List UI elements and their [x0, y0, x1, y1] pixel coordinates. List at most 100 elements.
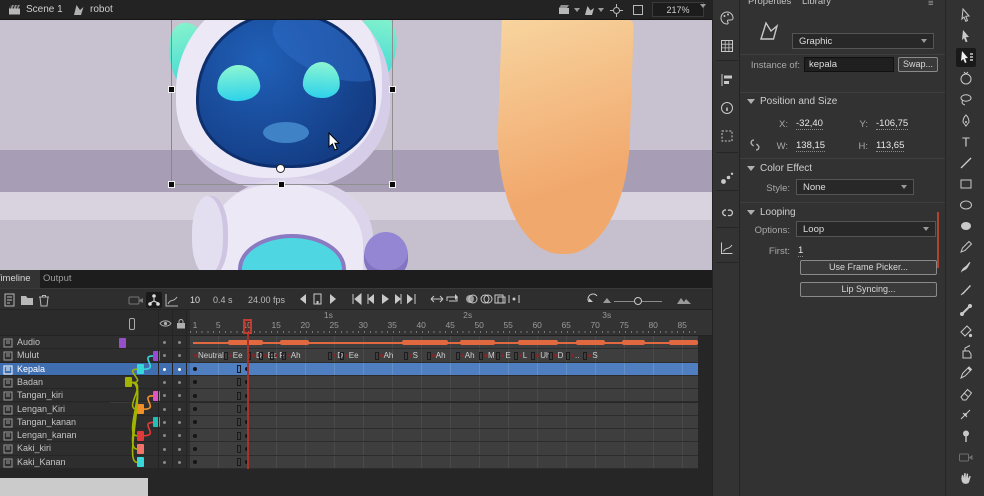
layer-toggle-dot[interactable]	[178, 354, 181, 357]
delete-layer-icon[interactable]	[36, 292, 52, 308]
loop-playback-icon[interactable]	[444, 292, 460, 308]
selection-handle[interactable]	[168, 181, 175, 188]
layer-toggle-dot[interactable]	[178, 394, 181, 397]
phoneme-keyframe-dot[interactable]	[484, 354, 487, 357]
layer-toggle-dot[interactable]	[163, 434, 166, 437]
keyframe-end-marker[interactable]	[270, 352, 274, 360]
phoneme-keyframe-dot[interactable]	[287, 354, 290, 357]
phoneme-keyframe-dot[interactable]	[275, 354, 278, 357]
keyframe-end-marker[interactable]	[237, 365, 241, 373]
layer-row-Kepala[interactable]: Kepala	[0, 363, 190, 376]
tab-output[interactable]: Output	[34, 270, 81, 288]
phoneme-keyframe-dot[interactable]	[501, 354, 504, 357]
hand-tool[interactable]	[956, 468, 976, 487]
collapse-triangle-icon[interactable]	[747, 99, 755, 104]
keyframe-end-marker[interactable]	[479, 352, 483, 360]
eye-icon[interactable]	[159, 319, 172, 328]
color-effect-header[interactable]: Color Effect	[760, 163, 812, 174]
selection-handle[interactable]	[278, 181, 285, 188]
keyframe-end-marker[interactable]	[566, 352, 570, 360]
selection-handle[interactable]	[389, 86, 396, 93]
layer-row-Tangan_kanan[interactable]: Tangan_kanan	[0, 416, 190, 429]
phoneme-keyframe-dot[interactable]	[519, 354, 522, 357]
phoneme-keyframe-dot[interactable]	[194, 354, 197, 357]
color-panel-icon[interactable]	[719, 10, 735, 26]
tab-properties[interactable]: Properties	[748, 0, 791, 7]
gradient-transform-tool[interactable]	[956, 69, 976, 88]
layer-toggle-dot[interactable]	[178, 448, 181, 451]
first-value[interactable]: 1	[798, 245, 803, 257]
swatches-panel-icon[interactable]	[719, 38, 735, 54]
reset-timeline-zoom-icon[interactable]	[586, 292, 602, 308]
keyframe-dot[interactable]	[193, 460, 197, 464]
history-panel-icon[interactable]	[719, 240, 735, 256]
keyframe-end-marker[interactable]	[237, 432, 241, 440]
scene-breadcrumb[interactable]: Scene 1	[26, 4, 63, 15]
parenting-block-Lengan_Kiri[interactable]	[137, 404, 144, 414]
keyframe-dot[interactable]	[193, 380, 197, 384]
parenting-block-Kepala[interactable]	[137, 364, 144, 374]
horizontal-scrollbar[interactable]	[0, 478, 148, 496]
timeline-ruler[interactable]: 15101520253035404550556065707580851s2s3s	[190, 310, 712, 336]
lock-icon[interactable]	[176, 318, 186, 329]
eyedropper-tool[interactable]	[956, 363, 976, 382]
keyframe-end-marker[interactable]	[404, 352, 408, 360]
keyframe-end-marker[interactable]	[456, 352, 460, 360]
camera-icon[interactable]	[128, 292, 144, 308]
zoom-chevron-icon[interactable]	[700, 8, 706, 19]
frame-row-Kepala[interactable]	[190, 363, 698, 376]
frame-row-Mulut[interactable]: NeutralEeDEeFAhDEeAhSAhAhMELUhD..S	[190, 349, 698, 362]
lip-syncing-button[interactable]: Lip Syncing...	[800, 282, 937, 297]
layer-row-Tangan_kiri[interactable]: Tangan_kiri	[0, 389, 190, 402]
link-width-height-icon[interactable]	[748, 138, 762, 152]
phoneme-keyframe-dot[interactable]	[409, 354, 412, 357]
camera-tool[interactable]	[956, 447, 976, 466]
oval-tool[interactable]	[956, 195, 976, 214]
layer-row-Kaki_kiri[interactable]: Kaki_kiri	[0, 442, 190, 455]
loop-options-dropdown[interactable]: Loop	[796, 221, 936, 237]
clip-bounds-icon[interactable]	[632, 3, 644, 17]
keyframe-dot[interactable]	[193, 394, 197, 398]
layer-toggle-dot[interactable]	[163, 381, 166, 384]
layer-toggle-dot[interactable]	[178, 408, 181, 411]
keyframe-end-marker[interactable]	[340, 352, 344, 360]
frame-row-Audio[interactable]	[190, 336, 698, 349]
current-frame-value[interactable]: 10	[190, 295, 200, 305]
transform-panel-icon[interactable]	[719, 128, 735, 144]
asset-warp-tool[interactable]	[956, 321, 976, 340]
parenting-block-Kaki_Kanan[interactable]	[137, 457, 144, 467]
new-folder-icon[interactable]	[19, 292, 35, 308]
align-panel-icon[interactable]	[719, 72, 735, 88]
phoneme-keyframe-dot[interactable]	[264, 354, 267, 357]
keyframe-end-marker[interactable]	[237, 392, 241, 400]
layer-toggle-dot[interactable]	[163, 421, 166, 424]
layer-toggle-dot[interactable]	[178, 461, 181, 464]
h-value[interactable]: 113,65	[876, 140, 904, 152]
symbol-type-dropdown[interactable]: Graphic	[792, 33, 934, 49]
looping-header[interactable]: Looping	[760, 207, 796, 218]
playhead-line[interactable]	[247, 334, 249, 469]
brush-library-panel-icon[interactable]	[719, 170, 735, 186]
parenting-block-Kaki_kiri[interactable]	[137, 444, 144, 454]
phoneme-keyframe-dot[interactable]	[380, 354, 383, 357]
keyframe-dot[interactable]	[193, 420, 197, 424]
collapse-triangle-icon[interactable]	[747, 166, 755, 171]
graph-view-icon[interactable]	[164, 292, 180, 308]
keyframe-end-marker[interactable]	[237, 458, 241, 466]
parenting-block-Badan[interactable]	[125, 377, 132, 387]
keyframe-end-marker[interactable]	[259, 352, 263, 360]
marquee-select-tool[interactable]	[956, 48, 976, 67]
keyframe-end-marker[interactable]	[224, 352, 228, 360]
line-tool[interactable]	[956, 153, 976, 172]
frame-row-Lengan_Kiri[interactable]	[190, 403, 698, 416]
keyframe-dot[interactable]	[193, 407, 197, 411]
keyframe-end-marker[interactable]	[237, 418, 241, 426]
phoneme-keyframe-dot[interactable]	[229, 354, 232, 357]
lasso-tool[interactable]	[956, 90, 976, 109]
stage-canvas[interactable]	[0, 20, 712, 270]
frame-rate-value[interactable]: 24.00 fps	[248, 295, 285, 305]
pin-tool[interactable]	[956, 426, 976, 445]
layer-toggle-dot[interactable]	[178, 341, 181, 344]
pencil-tool[interactable]	[956, 237, 976, 256]
phoneme-keyframe-dot[interactable]	[333, 354, 336, 357]
